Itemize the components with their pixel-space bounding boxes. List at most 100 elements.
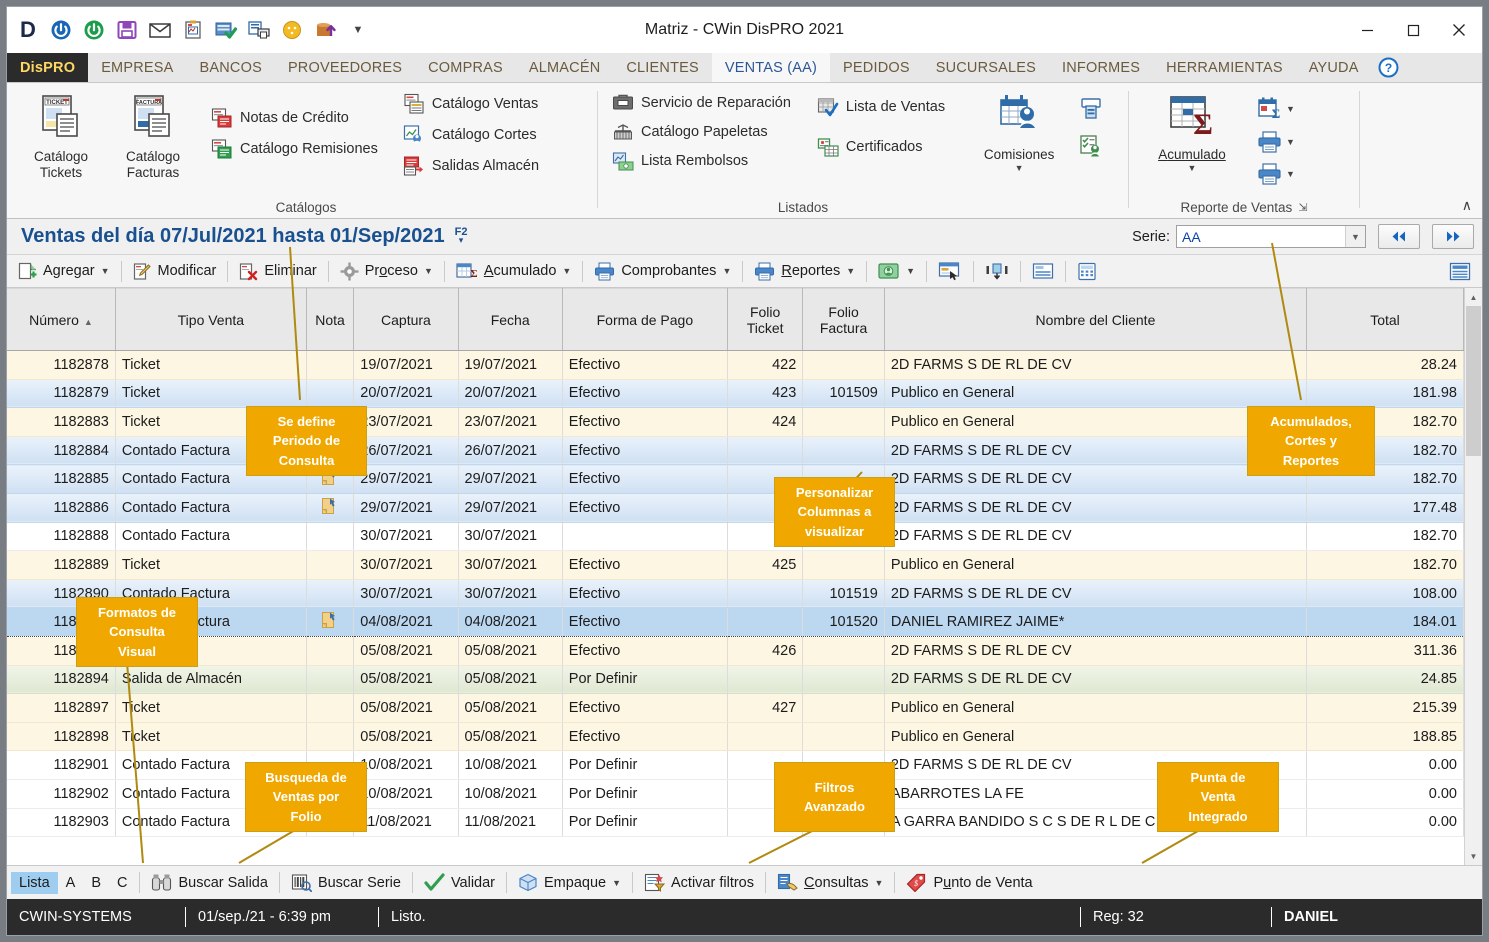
note-attachment-icon[interactable] (321, 503, 339, 519)
scroll-down-arrow-icon[interactable]: ▼ (1465, 847, 1482, 865)
dialog-launcher-icon[interactable]: ⇲ (1298, 201, 1307, 214)
f2-shortcut-button[interactable]: F2 ▾ (455, 228, 468, 245)
chevron-down-icon[interactable]: ▼ (1345, 226, 1365, 247)
vertical-scrollbar[interactable]: ▲ ▼ (1464, 288, 1482, 865)
empaque-button[interactable]: Empaque ▼ (511, 870, 628, 895)
table-row[interactable]: 1182898Ticket05/08/202105/08/2021Efectiv… (7, 722, 1464, 751)
scroll-up-arrow-icon[interactable]: ▲ (1465, 288, 1482, 306)
note-attachment-icon[interactable] (321, 474, 339, 490)
minimize-button[interactable] (1344, 7, 1390, 53)
help-icon[interactable]: ? (1372, 53, 1411, 82)
detail-panel-button[interactable] (1442, 259, 1478, 284)
catalogo-papeletas-button[interactable]: Catálogo Papeletas (606, 119, 797, 145)
comisiones-button[interactable]: Comisiones ▼ (967, 90, 1071, 174)
calendar-sum-caret-icon[interactable]: ▼ (1286, 104, 1295, 114)
table-row[interactable]: 1182884Contado Factura26/07/202126/07/20… (7, 436, 1464, 465)
calculator-button[interactable] (1070, 259, 1104, 284)
consultas-button[interactable]: Consultas ▼ (770, 870, 890, 895)
scroll-thumb[interactable] (1466, 306, 1481, 456)
column-header-fecha[interactable]: Fecha (458, 289, 562, 351)
group-rows-button[interactable] (1025, 259, 1061, 284)
view-mode-b[interactable]: B (83, 872, 109, 894)
catalogo-cortes-button[interactable]: Catálogo Cortes (397, 121, 545, 149)
export-up-icon[interactable] (312, 17, 338, 43)
tab-sucursales[interactable]: SUCURSALES (923, 53, 1049, 82)
table-row[interactable]: 1182885Contado Factura29/07/202129/07/20… (7, 465, 1464, 494)
mail-icon[interactable] (147, 17, 173, 43)
comprobantes-button[interactable]: Comprobantes ▼ (587, 259, 738, 284)
tab-clientes[interactable]: CLIENTES (613, 53, 712, 82)
lista-ventas-button[interactable]: Lista de Ventas (811, 94, 951, 120)
calendar-sum-button[interactable]: Σ ▼ (1255, 94, 1297, 124)
nav-first-button[interactable] (1378, 224, 1420, 249)
column-header-total[interactable]: Total (1307, 289, 1464, 351)
acumulado-button[interactable]: Σ Acumulado ▼ (1137, 90, 1247, 174)
scroll-track[interactable] (1465, 306, 1482, 847)
check-list-icon[interactable] (213, 17, 239, 43)
view-mode-c[interactable]: C (109, 872, 135, 894)
column-header-numero[interactable]: Número▲ (7, 289, 115, 351)
comprobantes-caret-icon[interactable]: ▼ (722, 266, 731, 276)
orange-circle-icon[interactable] (279, 17, 305, 43)
tab-empresa[interactable]: EMPRESA (88, 53, 186, 82)
fit-columns-button[interactable] (978, 258, 1016, 284)
acumulado-toolbar-caret-icon[interactable]: ▼ (562, 266, 571, 276)
reportes-caret-icon[interactable]: ▼ (846, 266, 855, 276)
qat-overflow-icon[interactable]: ▼ (345, 17, 371, 43)
print-quick-button[interactable]: ▼ (1255, 160, 1297, 188)
catalogo-facturas-button[interactable]: FACTURA Catálogo Facturas (107, 90, 199, 181)
nav-last-button[interactable] (1432, 224, 1474, 249)
print-quick-caret-icon[interactable]: ▼ (1286, 169, 1295, 179)
clipboard-chart-icon[interactable] (180, 17, 206, 43)
select-columns-button[interactable] (931, 258, 969, 284)
tab-ayuda[interactable]: AYUDA (1296, 53, 1372, 82)
servicio-reparacion-button[interactable]: Servicio de Reparación (606, 90, 797, 116)
tab-dispro[interactable]: DisPRO (7, 53, 88, 82)
table-row[interactable]: 1182894Salida de Almacén05/08/202105/08/… (7, 665, 1464, 694)
tab-bancos[interactable]: BANCOS (187, 53, 275, 82)
buscar-salida-button[interactable]: Buscar Salida (144, 870, 274, 895)
maximize-button[interactable] (1390, 7, 1436, 53)
column-header-tipo-venta[interactable]: Tipo Venta (115, 289, 306, 351)
tab-informes[interactable]: INFORMES (1049, 53, 1153, 82)
salidas-almacen-button[interactable]: Salidas Almacén (397, 152, 545, 180)
proceso-button[interactable]: Proceso ▼ (333, 259, 440, 284)
column-header-nombre-cliente[interactable]: Nombre del Cliente (884, 289, 1306, 351)
column-header-folio-ticket[interactable]: Folio Ticket (727, 289, 802, 351)
validar-button[interactable]: Validar (417, 870, 502, 895)
acumulado-caret-icon[interactable]: ▼ (1188, 163, 1197, 174)
catalogo-remisiones-button[interactable]: Catálogo Remisiones (205, 135, 384, 163)
table-row[interactable]: 1182879Ticket20/07/202120/07/2021Efectiv… (7, 379, 1464, 408)
tab-herramientas[interactable]: HERRAMIENTAS (1153, 53, 1296, 82)
acumulado-toolbar-button[interactable]: Σ Acumulado ▼ (449, 259, 578, 284)
agregar-caret-icon[interactable]: ▼ (101, 266, 110, 276)
certificados-button[interactable]: Certificados (811, 134, 951, 160)
reportes-button[interactable]: Reportes ▼ (747, 259, 862, 284)
column-header-folio-factura[interactable]: Folio Factura (803, 289, 885, 351)
tab-almacen[interactable]: ALMACÉN (516, 53, 614, 82)
catalogo-tickets-button[interactable]: TICKET Catálogo Tickets (15, 90, 107, 181)
modificar-button[interactable]: Modificar (126, 259, 224, 284)
table-row[interactable]: 1182889Ticket30/07/202130/07/2021Efectiv… (7, 551, 1464, 580)
notas-credito-button[interactable]: Notas de Crédito (205, 104, 384, 132)
power-blue-icon[interactable] (48, 17, 74, 43)
eliminar-button[interactable]: Eliminar (232, 259, 323, 284)
catalogo-ventas-button[interactable]: Catálogo Ventas (397, 90, 545, 118)
buscar-serie-button[interactable]: Buscar Serie (284, 870, 408, 895)
comisiones-caret-icon[interactable]: ▼ (1015, 163, 1024, 174)
note-attachment-icon[interactable] (321, 617, 339, 633)
tab-compras[interactable]: COMPRAS (415, 53, 516, 82)
table-row[interactable]: 1182893Ticket05/08/202105/08/2021Efectiv… (7, 636, 1464, 665)
table-row[interactable]: 1182883Ticket23/07/202123/07/2021Efectiv… (7, 408, 1464, 437)
punto-de-venta-button[interactable]: $ Punto de Venta (899, 870, 1039, 895)
tab-ventas[interactable]: VENTAS (AA) (712, 53, 830, 82)
table-row[interactable]: 1182890Contado Factura30/07/202130/07/20… (7, 579, 1464, 608)
tab-pedidos[interactable]: PEDIDOS (830, 53, 923, 82)
view-mode-a[interactable]: A (58, 872, 84, 894)
agregar-button[interactable]: Agregar ▼ (11, 259, 117, 284)
print-list-icon[interactable] (246, 17, 272, 43)
person-money-button[interactable]: ▼ (871, 259, 922, 284)
table-row[interactable]: 1182888Contado Factura30/07/202130/07/20… (7, 522, 1464, 551)
table-row[interactable]: 1182892Contado Factura04/08/202104/08/20… (7, 608, 1464, 637)
collapse-ribbon-button[interactable]: ∧ (1462, 197, 1472, 214)
